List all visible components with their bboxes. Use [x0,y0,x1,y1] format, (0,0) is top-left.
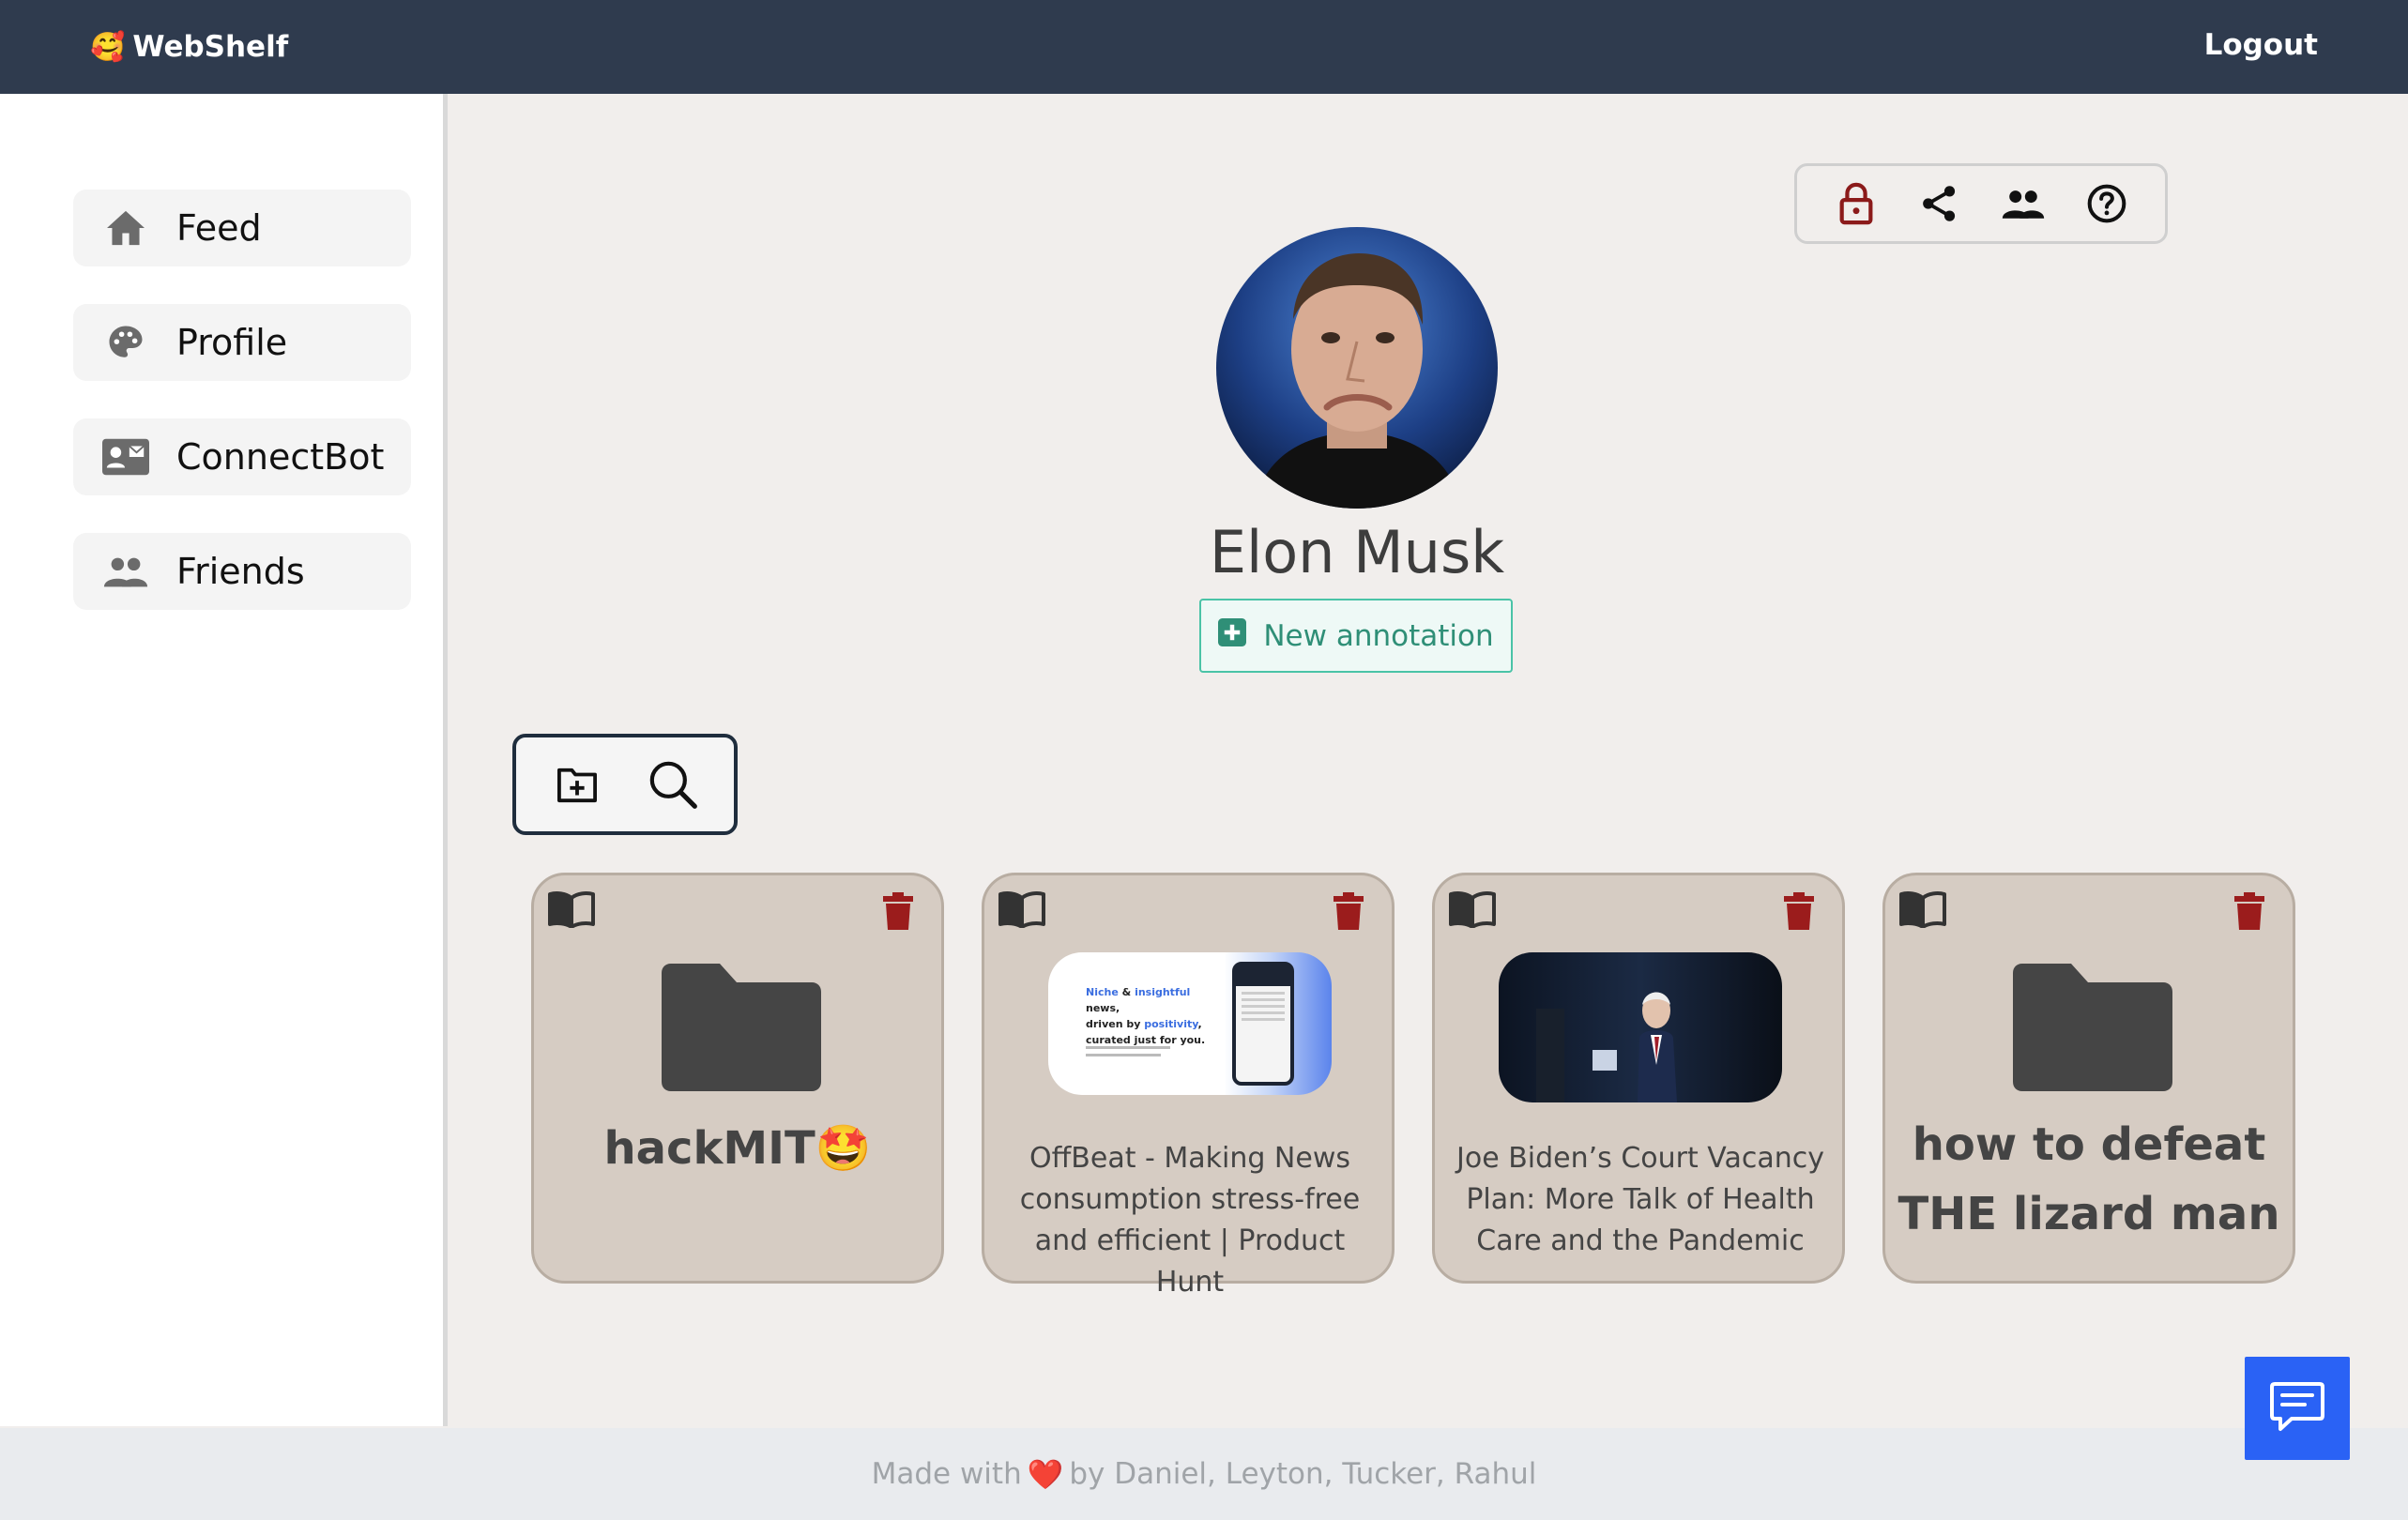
palette-icon [99,323,152,362]
link-thumbnail [1499,952,1782,1102]
people-icon [99,555,152,587]
lock-icon[interactable] [1828,175,1884,232]
link-thumbnail: Niche & insightful news, driven by posit… [1048,952,1332,1095]
plus-square-icon [1218,617,1247,654]
top-navbar: 🥰 WebShelf Logout [0,0,2408,94]
help-icon[interactable] [2079,175,2135,232]
card-title: OffBeat - Making News consumption stress… [1019,1142,1361,1299]
profile-name: Elon Musk [1209,518,1505,586]
shelf-card[interactable]: Joe Biden’s Court Vacancy Plan: More Tal… [1432,873,1845,1284]
footer-prefix: Made with [871,1457,1022,1491]
thumb-text: curated just for you. [1086,1034,1206,1046]
new-annotation-label: New annotation [1263,618,1494,653]
sidebar-item-profile[interactable]: Profile [73,304,411,381]
people-icon[interactable] [1995,175,2051,232]
contact-card-icon [99,438,152,476]
book-icon[interactable] [1448,890,1497,932]
thumb-text: & [1118,986,1135,998]
book-icon[interactable] [998,890,1046,932]
trash-icon[interactable] [1784,892,1814,934]
heart-icon: ❤️ [1027,1457,1064,1492]
phone-mockup [1232,962,1294,1086]
new-folder-icon[interactable] [547,754,607,814]
thumb-text: insightful [1135,986,1191,998]
sidebar-item-label: ConnectBot [176,436,385,478]
sidebar-item-connectbot[interactable]: ConnectBot [73,418,411,495]
thumb-text: driven by [1086,1018,1145,1030]
brand-emoji: 🥰 [90,30,126,64]
brand-logo[interactable]: 🥰 WebShelf [90,28,288,66]
card-title: hackMIT🤩 [603,1122,872,1175]
thumb-text: positivity [1144,1018,1198,1030]
sidebar-item-label: Feed [176,207,262,249]
trash-icon[interactable] [1334,892,1364,934]
chat-icon [2269,1380,2325,1436]
folder-icon [2013,964,2172,1095]
thumb-text: news, [1086,1002,1120,1014]
card-title: how to defeat THE lizard man [1897,1118,2280,1240]
folder-icon [662,964,821,1095]
profile-action-bar [1794,163,2168,244]
thumb-text: Niche [1086,986,1119,998]
footer: Made with ❤️ by Daniel, Leyton, Tucker, … [0,1428,2408,1520]
new-annotation-button[interactable]: New annotation [1199,599,1513,673]
card-title: Joe Biden’s Court Vacancy Plan: More Tal… [1456,1142,1824,1257]
book-icon[interactable] [547,890,596,932]
shelf-card[interactable]: how to defeat THE lizard man [1882,873,2295,1284]
logout-button[interactable]: Logout [2204,28,2318,62]
shelf-card[interactable]: hackMIT🤩 [531,873,944,1284]
sidebar: Feed Profile ConnectBot Friends [0,94,448,1426]
search-icon[interactable] [643,754,703,814]
avatar [1216,227,1498,509]
trash-icon[interactable] [883,892,913,934]
shelf-card[interactable]: Niche & insightful news, driven by posit… [982,873,1395,1299]
sidebar-item-label: Friends [176,551,305,592]
sidebar-item-friends[interactable]: Friends [73,533,411,610]
sidebar-item-label: Profile [176,322,288,363]
share-icon[interactable] [1912,175,1968,232]
thumb-text: , [1197,1018,1202,1030]
chat-button[interactable] [2245,1357,2350,1460]
trash-icon[interactable] [2234,892,2264,934]
home-icon [99,209,152,247]
book-icon[interactable] [1898,890,1947,932]
footer-credits: by Daniel, Leyton, Tucker, Rahul [1069,1457,1537,1491]
brand-name: WebShelf [132,30,289,64]
sidebar-item-feed[interactable]: Feed [73,190,411,266]
shelf-toolbar [512,734,738,835]
